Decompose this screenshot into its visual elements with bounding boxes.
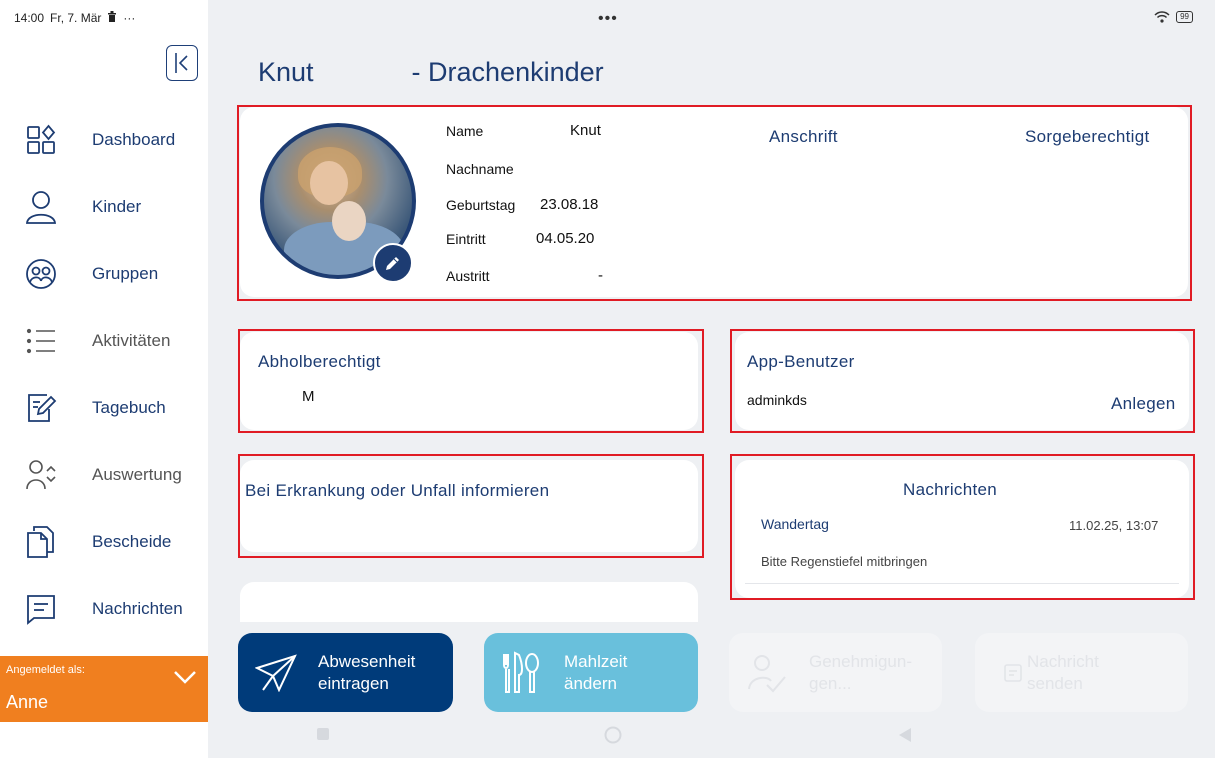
evaluation-icon <box>24 458 58 492</box>
permissions-line1: Genehmigun- <box>809 651 913 671</box>
nav-home-button[interactable] <box>604 726 622 749</box>
highlight-child-info <box>237 105 1192 301</box>
list-icon <box>24 324 58 358</box>
person-icon <box>24 190 58 224</box>
group-name: - Drachenkinder <box>411 57 604 87</box>
window-handle-dots: ••• <box>598 10 618 27</box>
sidebar-item-aktivitaeten[interactable]: Aktivitäten <box>0 311 208 371</box>
paper-plane-icon <box>254 651 298 695</box>
meal-line1: Mahlzeit <box>564 651 628 671</box>
diary-edit-icon <box>24 391 58 425</box>
sidebar-item-gruppen[interactable]: Gruppen <box>0 244 208 304</box>
sidebar-item-tagebuch[interactable]: Tagebuch <box>0 378 208 438</box>
highlight-messages <box>730 454 1195 600</box>
highlight-pickup <box>238 329 704 433</box>
sidebar: 14:00 Fr, 7. Mär ··· Dashboard Kinder Gr… <box>0 0 208 758</box>
permissions-button[interactable]: Genehmigun-gen... <box>729 633 942 712</box>
page-title: Knut - Drachenkinder <box>258 57 604 88</box>
additional-info-card <box>240 582 698 622</box>
battery-icon: 99 <box>1176 11 1193 23</box>
sidebar-item-nachrichten[interactable]: Nachrichten <box>0 579 208 639</box>
sidebar-item-auswertung[interactable]: Auswertung <box>0 445 208 505</box>
absence-line1: Abwesenheit <box>318 651 416 671</box>
main-content: ••• 99 Knut - Drachenkinder Name Knut Nac… <box>208 0 1215 758</box>
absence-label: Abwesenheit eintragen <box>318 651 415 695</box>
meal-line2: ändern <box>564 673 617 693</box>
triangle-back-icon <box>899 728 911 742</box>
circle-icon <box>604 726 622 744</box>
change-meal-button[interactable]: Mahlzeit ändern <box>484 633 698 712</box>
logged-in-user-panel[interactable]: Angemeldet als: Anne <box>0 656 208 722</box>
person-check-icon <box>745 651 789 695</box>
highlight-app-users <box>730 329 1195 433</box>
nav-back-button[interactable] <box>898 727 912 748</box>
sidebar-item-kinder[interactable]: Kinder <box>0 177 208 237</box>
send-message-button[interactable]: Nachricht senden <box>975 633 1188 712</box>
sidebar-item-label: Auswertung <box>92 465 182 484</box>
square-icon <box>317 728 329 740</box>
sidebar-item-label: Dashboard <box>92 130 176 149</box>
cutlery-icon <box>500 650 544 695</box>
status-date: Fr, 7. Mär <box>50 11 102 25</box>
meal-label: Mahlzeit ändern <box>564 651 627 695</box>
sidebar-item-label: Aktivitäten <box>92 331 171 350</box>
permissions-label: Genehmigun-gen... <box>809 651 912 695</box>
permissions-line2: gen... <box>809 673 852 693</box>
sidebar-item-label: Gruppen <box>92 264 159 283</box>
chevron-down-icon <box>174 671 196 684</box>
trash-icon <box>107 11 117 25</box>
sidebar-item-label: Kinder <box>92 197 142 216</box>
enter-absence-button[interactable]: Abwesenheit eintragen <box>238 633 453 712</box>
sidebar-item-bescheide[interactable]: Bescheide <box>0 512 208 572</box>
dashboard-icon <box>24 123 58 157</box>
logged-in-caption: Angemeldet als: <box>6 664 85 676</box>
highlight-illness <box>238 454 704 558</box>
nav-recent-button[interactable] <box>316 727 330 746</box>
status-bar-left: 14:00 Fr, 7. Mär ··· <box>14 11 135 25</box>
message-icon <box>24 592 58 626</box>
sidebar-item-dashboard[interactable]: Dashboard <box>0 110 208 170</box>
send-message-line2: senden <box>1027 673 1083 693</box>
send-message-line1: Nachricht <box>1027 651 1099 671</box>
logged-in-name: Anne <box>6 692 49 712</box>
child-first-name: Knut <box>258 57 314 87</box>
group-icon <box>24 257 58 291</box>
send-message-label: Nachricht senden <box>1027 651 1099 695</box>
documents-icon <box>24 525 58 559</box>
status-bar-right: 99 <box>1154 11 1193 23</box>
collapse-sidebar-button[interactable] <box>166 45 198 81</box>
sidebar-item-label: Nachrichten <box>92 599 183 618</box>
chevron-left-icon <box>175 53 188 73</box>
wifi-icon <box>1154 11 1170 23</box>
status-overflow: ··· <box>123 11 136 25</box>
sidebar-item-label: Tagebuch <box>92 398 166 417</box>
status-time: 14:00 <box>14 11 45 25</box>
absence-line2: eintragen <box>318 673 389 693</box>
sidebar-item-label: Bescheide <box>92 532 172 551</box>
